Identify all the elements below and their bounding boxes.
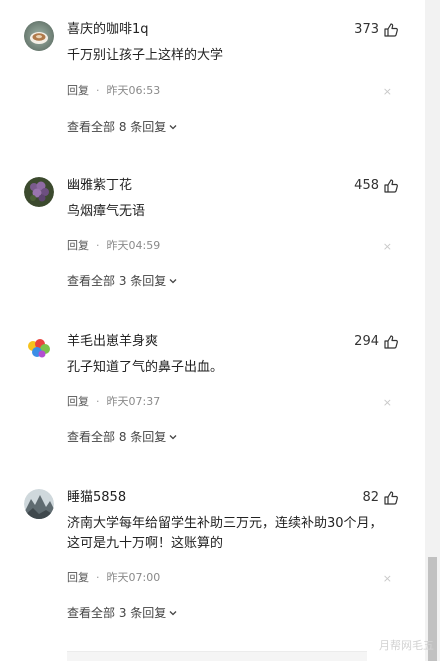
- mountain-landscape-avatar-icon: [24, 489, 54, 519]
- separator-dot: ·: [96, 84, 100, 97]
- close-icon[interactable]: ×: [383, 84, 392, 100]
- like-count: 82: [362, 490, 379, 505]
- thumbs-up-icon: [384, 179, 398, 193]
- close-icon[interactable]: ×: [383, 239, 392, 255]
- comment-time: 昨天06:53: [106, 84, 161, 97]
- comment-meta: 回复 · 昨天06:53: [67, 83, 160, 99]
- view-all-replies-button[interactable]: 查看全部 8 条回复: [67, 429, 178, 445]
- reply-button[interactable]: 回复: [67, 238, 89, 254]
- comment-text: 济南大学每年给留学生补助三万元，连续补助30个月，这可是九十万啊！这账算的: [67, 516, 383, 551]
- comment-item: 睡猫5858 82 济南大学每年给留学生补助三万元，连续补助30个月，这可是九十…: [0, 489, 425, 639]
- close-icon[interactable]: ×: [383, 571, 392, 587]
- view-all-replies-button[interactable]: 查看全部 3 条回复: [67, 273, 178, 289]
- like-count: 294: [354, 334, 379, 349]
- reply-button[interactable]: 回复: [67, 83, 89, 99]
- username[interactable]: 羊毛出崽羊身爽: [67, 333, 158, 351]
- comment-time: 昨天07:37: [106, 395, 161, 408]
- comment-meta: 回复 · 昨天07:37: [67, 394, 160, 410]
- avatar[interactable]: [24, 489, 54, 519]
- colorful-balloons-avatar-icon: [24, 333, 54, 363]
- reply-button[interactable]: 回复: [67, 570, 89, 586]
- comment-text: 鸟烟瘴气无语: [67, 204, 146, 219]
- reply-button[interactable]: 回复: [67, 394, 89, 410]
- separator-dot: ·: [96, 239, 100, 252]
- view-all-replies-button[interactable]: 查看全部 8 条回复: [67, 119, 178, 135]
- username[interactable]: 睡猫5858: [67, 489, 126, 507]
- thumbs-up-icon: [384, 491, 398, 505]
- avatar[interactable]: [24, 21, 54, 51]
- comment-time: 昨天04:59: [106, 239, 161, 252]
- chevron-down-icon: [169, 279, 177, 284]
- like-button[interactable]: 458: [354, 177, 399, 195]
- like-button[interactable]: 294: [354, 333, 399, 351]
- comment-meta: 回复 · 昨天07:00: [67, 570, 160, 586]
- chevron-down-icon: [169, 125, 177, 130]
- next-comment-preview: [67, 651, 367, 661]
- comment-item: 羊毛出崽羊身爽 294 孔子知道了气的鼻子出血。 回复 · 昨天07:37 × …: [0, 333, 425, 488]
- comment-item: 喜庆的咖啡1q 373 千万别让孩子上这样的大学 回复 · 昨天06:53 × …: [0, 21, 425, 176]
- view-all-replies-label: 查看全部 8 条回复: [67, 430, 167, 444]
- lilac-flower-avatar-icon: [24, 177, 54, 207]
- scrollbar[interactable]: [425, 0, 440, 661]
- like-count: 458: [354, 178, 379, 193]
- avatar[interactable]: [24, 333, 54, 363]
- comment-item: 幽雅紫丁花 458 鸟烟瘴气无语 回复 · 昨天04:59 × 查看全部 3 条…: [0, 177, 425, 332]
- thumbs-up-icon: [384, 23, 398, 37]
- close-icon[interactable]: ×: [383, 395, 392, 411]
- watermark: 月帮网毛五: [379, 639, 434, 652]
- separator-dot: ·: [96, 395, 100, 408]
- like-button[interactable]: 82: [362, 489, 399, 507]
- thumbs-up-icon: [384, 335, 398, 349]
- separator-dot: ·: [96, 571, 100, 584]
- comment-list: 喜庆的咖啡1q 373 千万别让孩子上这样的大学 回复 · 昨天06:53 × …: [0, 0, 440, 661]
- comment-text: 千万别让孩子上这样的大学: [67, 48, 224, 63]
- chevron-down-icon: [169, 611, 177, 616]
- username[interactable]: 喜庆的咖啡1q: [67, 21, 149, 39]
- comment-meta: 回复 · 昨天04:59: [67, 238, 160, 254]
- like-count: 373: [354, 22, 379, 37]
- chevron-down-icon: [169, 435, 177, 440]
- like-button[interactable]: 373: [354, 21, 399, 39]
- view-all-replies-button[interactable]: 查看全部 3 条回复: [67, 605, 178, 621]
- view-all-replies-label: 查看全部 3 条回复: [67, 274, 167, 288]
- view-all-replies-label: 查看全部 8 条回复: [67, 120, 167, 134]
- username[interactable]: 幽雅紫丁花: [67, 177, 132, 195]
- avatar[interactable]: [24, 177, 54, 207]
- comment-time: 昨天07:00: [106, 571, 161, 584]
- coffee-cup-avatar-icon: [24, 21, 54, 51]
- view-all-replies-label: 查看全部 3 条回复: [67, 606, 167, 620]
- comment-text: 孔子知道了气的鼻子出血。: [67, 360, 224, 375]
